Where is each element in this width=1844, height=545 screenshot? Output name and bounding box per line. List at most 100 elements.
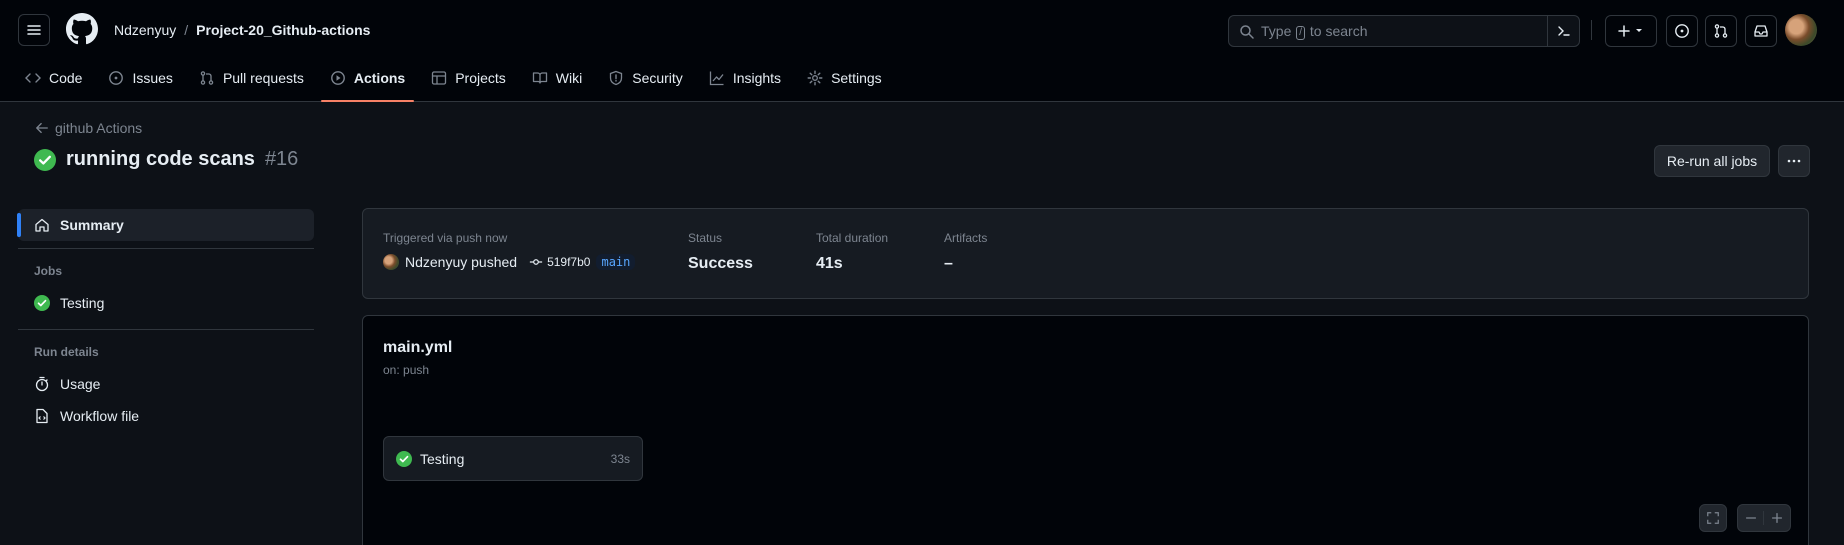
- pull-requests-button[interactable]: [1705, 15, 1737, 47]
- run-title: running code scans #16: [34, 148, 298, 171]
- tab-actions[interactable]: Actions: [320, 62, 415, 102]
- zoom-in-button[interactable]: [1764, 511, 1790, 525]
- command-palette-button[interactable]: [1547, 16, 1579, 46]
- graph-icon: [709, 71, 724, 86]
- file-code-icon: [36, 408, 48, 424]
- check-circle-icon: [34, 148, 56, 171]
- commit-sha-link[interactable]: 519f7b0: [529, 255, 590, 269]
- actor-avatar[interactable]: [383, 254, 399, 270]
- check-circle-icon: [34, 295, 50, 311]
- tab-label: Settings: [831, 70, 882, 86]
- rerun-all-jobs-button[interactable]: Re-run all jobs: [1654, 145, 1770, 177]
- hamburger-icon: [27, 25, 41, 35]
- gear-icon: [807, 70, 823, 86]
- zoom-controls: [1737, 504, 1791, 532]
- duration-value[interactable]: 41s: [816, 255, 888, 273]
- table-icon: [432, 71, 447, 85]
- tab-issues[interactable]: Issues: [99, 62, 181, 94]
- sidebar-item-label: Testing: [60, 295, 105, 311]
- issues-button[interactable]: [1666, 15, 1698, 47]
- fullscreen-button[interactable]: [1699, 504, 1727, 532]
- repo-owner-link[interactable]: Ndzenyuy: [114, 22, 176, 38]
- actor-link[interactable]: Ndzenyuy pushed: [405, 254, 517, 270]
- tab-pull-requests[interactable]: Pull requests: [190, 62, 313, 94]
- search-icon: [1240, 25, 1254, 39]
- user-avatar[interactable]: [1785, 14, 1817, 46]
- tab-security[interactable]: Security: [599, 62, 692, 94]
- play-icon: [330, 71, 345, 85]
- trigger-label: Triggered via push now: [383, 231, 508, 245]
- run-summary-card: Triggered via push now Ndzenyuy pushed 5…: [362, 208, 1809, 299]
- search-suffix: to search: [1309, 23, 1368, 39]
- issue-icon: [109, 71, 124, 85]
- tab-wiki[interactable]: Wiki: [523, 62, 591, 94]
- inbox-icon: [1754, 25, 1768, 37]
- pull-request-icon: [1714, 24, 1728, 38]
- sidebar-divider: [18, 248, 314, 249]
- sidebar-item-label: Workflow file: [60, 408, 140, 424]
- search-placeholder: Type / to search: [1261, 23, 1368, 40]
- run-title-text: running code scans: [66, 148, 255, 170]
- status-info: Status Success: [688, 231, 753, 273]
- sidebar-item-summary[interactable]: Summary: [17, 209, 314, 241]
- tab-projects[interactable]: Projects: [422, 62, 515, 94]
- menu-button[interactable]: [18, 14, 50, 46]
- duration-label: Total duration: [816, 231, 889, 245]
- git-commit-icon: [529, 259, 543, 265]
- artifacts-value: –: [944, 255, 953, 272]
- repo-breadcrumb: Ndzenyuy / Project-20_Github-actions: [114, 20, 370, 40]
- run-number: #16: [264, 148, 299, 170]
- sidebar-item-job[interactable]: Testing: [34, 295, 104, 311]
- header-divider: [1591, 20, 1592, 40]
- tab-code[interactable]: Code: [16, 62, 91, 94]
- search-input[interactable]: Type / to search: [1228, 15, 1580, 47]
- inbox-button[interactable]: [1745, 15, 1777, 47]
- stopwatch-icon: [35, 376, 49, 392]
- job-duration: 33s: [610, 451, 630, 466]
- check-circle-icon: [396, 450, 412, 467]
- pull-request-icon: [200, 71, 214, 85]
- search-prefix: Type: [1261, 23, 1292, 39]
- plus-icon: [1771, 512, 1783, 524]
- tab-label: Actions: [353, 70, 406, 86]
- create-new-button[interactable]: [1605, 15, 1657, 47]
- tab-label: Code: [49, 70, 83, 86]
- run-details-heading: Run details: [34, 345, 99, 359]
- sidebar-item-usage[interactable]: Usage: [34, 376, 100, 392]
- zoom-out-button[interactable]: [1738, 511, 1764, 525]
- terminal-icon: [1557, 26, 1570, 36]
- shield-icon: [610, 70, 623, 86]
- sidebar-item-label: Usage: [60, 376, 101, 392]
- minus-icon: [1745, 517, 1756, 519]
- tab-label: Security: [632, 70, 683, 86]
- book-icon: [532, 72, 547, 84]
- tab-label: Projects: [455, 70, 506, 86]
- repo-nav-tabs: Code Issues Pull requests Actions Projec…: [16, 62, 899, 102]
- job-name: Testing: [420, 450, 465, 467]
- tab-label: Pull requests: [222, 70, 304, 86]
- sidebar-item-workflow-file[interactable]: Workflow file: [34, 408, 139, 424]
- fullscreen-icon: [1707, 512, 1719, 524]
- commit-sha: 519f7b0: [547, 255, 591, 269]
- more-options-button[interactable]: [1778, 145, 1810, 177]
- artifacts-info: Artifacts –: [944, 231, 987, 273]
- repo-name-link[interactable]: Project-20_Github-actions: [196, 22, 370, 38]
- tab-insights[interactable]: Insights: [700, 62, 790, 94]
- issue-icon: [1675, 24, 1689, 38]
- sidebar-divider: [18, 329, 314, 330]
- app-header: Ndzenyuy / Project-20_Github-actions Type …: [0, 0, 1844, 102]
- back-to-workflow-link[interactable]: github Actions: [35, 120, 142, 136]
- tab-settings[interactable]: Settings: [798, 62, 891, 94]
- jobs-heading: Jobs: [34, 264, 63, 278]
- branch-badge[interactable]: main: [596, 254, 636, 270]
- workflow-file-name: main.yml: [383, 339, 453, 356]
- tab-label: Issues: [132, 70, 173, 86]
- code-icon: [25, 73, 41, 83]
- home-icon: [35, 218, 49, 232]
- status-label: Status: [688, 231, 723, 245]
- tab-label: Wiki: [555, 70, 583, 86]
- job-node-testing[interactable]: Testing 33s: [383, 436, 643, 481]
- search-shortcut-key: /: [1296, 26, 1306, 40]
- trigger-info: Triggered via push now Ndzenyuy pushed 5…: [383, 231, 636, 270]
- github-logo-icon[interactable]: [66, 13, 98, 45]
